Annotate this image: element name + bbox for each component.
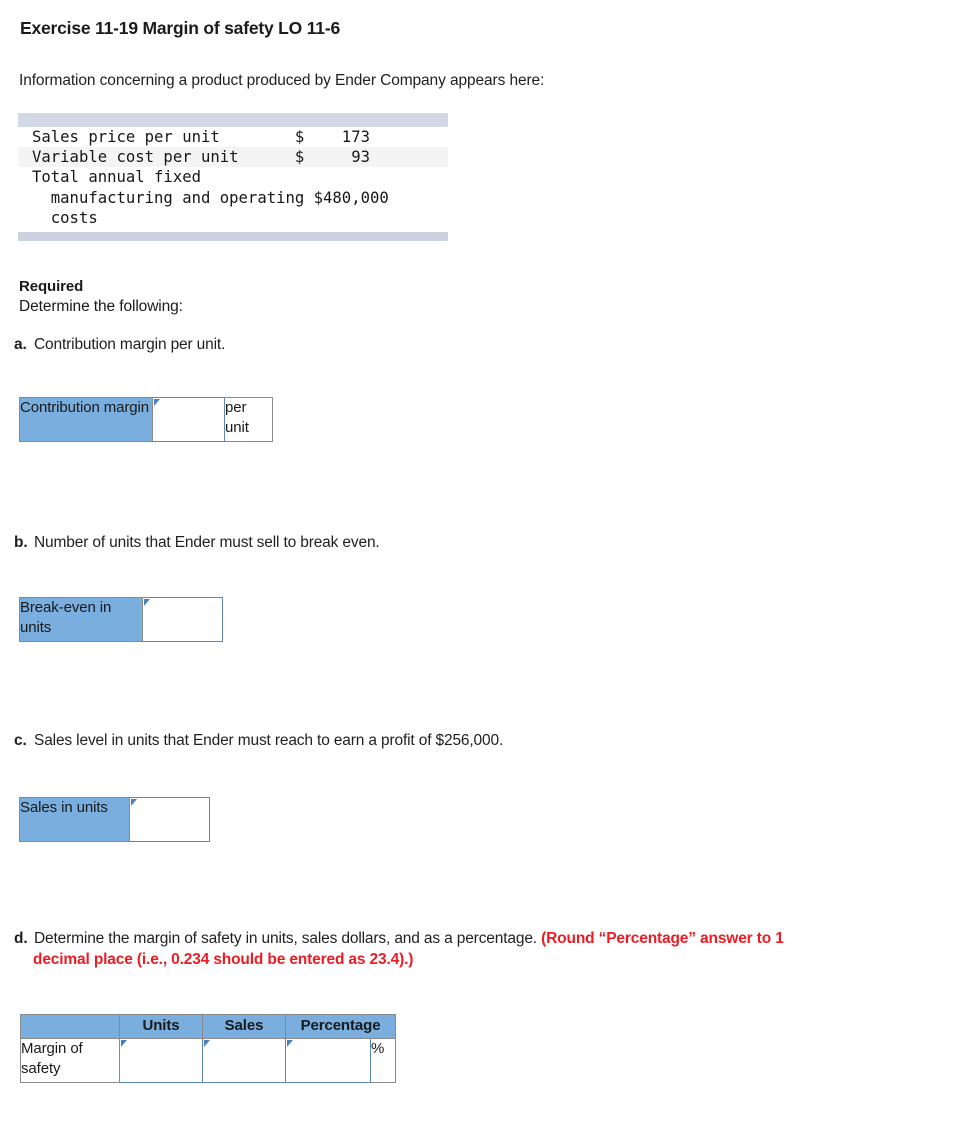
column-header-units: Units [119, 1014, 203, 1039]
required-heading: Required [19, 278, 84, 295]
intro-text: Information concerning a product produce… [19, 72, 545, 89]
exercise-page: Exercise 11-19 Margin of safety LO 11-6 … [0, 0, 980, 1142]
table-row: Sales in units [19, 797, 210, 842]
margin-of-safety-label: Margin of safety [20, 1038, 120, 1083]
question-c-marker: c. [14, 732, 27, 749]
answer-grid-margin-of-safety: Units Sales Percentage Margin of safety … [20, 1014, 396, 1083]
question-c-text: Sales level in units that Ender must rea… [34, 732, 504, 749]
table-row: Sales price per unit $ 173 [18, 127, 448, 148]
question-d-note-line1: (Round “Percentage” answer to 1 [541, 930, 784, 947]
question-a-text: Contribution margin per unit. [34, 336, 226, 353]
percent-symbol: % [370, 1038, 396, 1083]
table-row: Variable cost per unit $ 93 [18, 147, 448, 168]
question-d-note-line2: decimal place (i.e., 0.234 should be ent… [33, 951, 414, 968]
answer-grid-c: Sales in units [19, 797, 210, 842]
question-a-marker: a. [14, 336, 27, 353]
answer-grid-b: Break-even in units [19, 597, 223, 642]
break-even-units-label: Break-even in units [19, 597, 143, 642]
required-subheading: Determine the following: [19, 298, 183, 315]
question-c: c. Sales level in units that Ender must r… [14, 732, 503, 750]
table-top-band [18, 113, 448, 127]
table-bottom-band [18, 232, 448, 242]
answer-grid-a: Contribution margin per unit [19, 397, 273, 442]
contribution-margin-input[interactable] [152, 397, 225, 442]
table-header-row: Units Sales Percentage [20, 1014, 396, 1039]
table-row: manufacturing and operating $480,000 [18, 187, 448, 208]
question-b: b. Number of units that Ender must sell t… [14, 534, 380, 552]
sales-in-units-input[interactable] [129, 797, 210, 842]
product-information-table: Sales price per unit $ 173 Variable cost… [18, 113, 448, 242]
break-even-units-input[interactable] [142, 597, 223, 642]
sales-in-units-label: Sales in units [19, 797, 130, 842]
contribution-margin-unit: per unit [224, 397, 273, 442]
column-header-sales: Sales [202, 1014, 286, 1039]
margin-of-safety-percentage-input[interactable] [285, 1038, 371, 1083]
question-b-marker: b. [14, 534, 28, 551]
contribution-margin-label: Contribution margin [19, 397, 153, 442]
table-row: Margin of safety % [20, 1038, 396, 1083]
question-d-text: Determine the margin of safety in units,… [34, 930, 542, 947]
margin-of-safety-sales-input[interactable] [202, 1038, 286, 1083]
question-d: d. Determine the margin of safety in unit… [14, 930, 914, 948]
page-title: Exercise 11-19 Margin of safety LO 11-6 [20, 18, 341, 38]
question-a: a. Contribution margin per unit. [14, 336, 225, 354]
table-row: Total annual fixed [18, 167, 448, 188]
margin-of-safety-units-input[interactable] [119, 1038, 203, 1083]
table-row: Contribution margin per unit [19, 397, 273, 442]
corner-cell [20, 1014, 120, 1039]
column-header-percentage: Percentage [285, 1014, 396, 1039]
question-d-marker: d. [14, 930, 28, 947]
table-row: costs [18, 207, 448, 229]
table-row: Break-even in units [19, 597, 223, 642]
question-b-text: Number of units that Ender must sell to … [34, 534, 380, 551]
